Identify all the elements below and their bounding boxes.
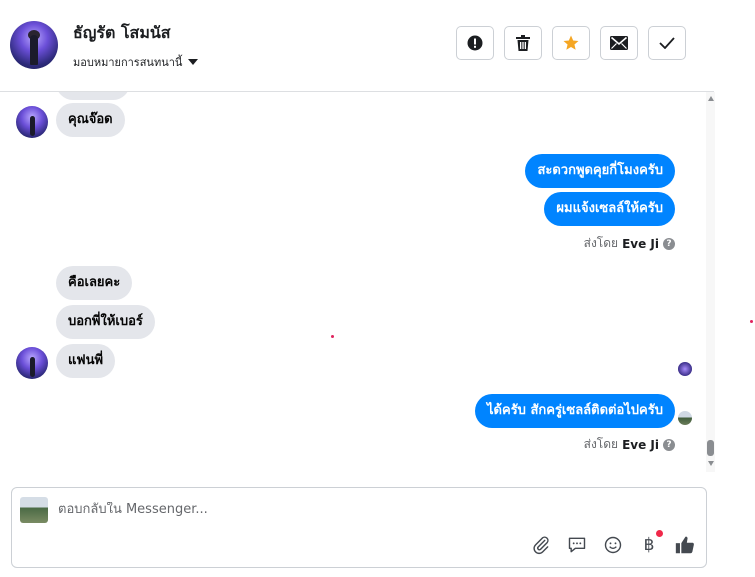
thumbs-up-icon: [675, 536, 694, 554]
scroll-down-arrow-icon[interactable]: [708, 461, 714, 466]
seen-by-avatar: [678, 411, 692, 425]
delete-button[interactable]: [504, 26, 542, 60]
caret-down-icon: [188, 59, 199, 65]
star-icon: [563, 35, 579, 50]
scrollbar-thumb[interactable]: [707, 440, 714, 456]
sent-by-label: ส่งโดย Eve Ji ?: [584, 234, 675, 253]
sent-by-label: ส่งโดย Eve Ji ?: [584, 435, 675, 454]
message-bubble-partial[interactable]: [56, 92, 130, 100]
assign-conversation-dropdown[interactable]: มอบหมายการสนทนานี้: [73, 53, 199, 71]
page-avatar: [20, 497, 48, 523]
contact-name[interactable]: ธัญรัต โสมนัส: [73, 21, 171, 46]
notification-dot: [656, 530, 663, 537]
incoming-message[interactable]: แฟนพี่: [56, 344, 116, 378]
emoji-button[interactable]: [602, 534, 624, 556]
emoji-icon: [604, 536, 622, 554]
star-button[interactable]: [552, 26, 590, 60]
sent-by-prefix: ส่งโดย: [583, 236, 619, 250]
outgoing-message[interactable]: สะดวกพูดคุยกี่โมงครับ: [525, 154, 675, 188]
sent-by-agent: Eve Ji: [622, 236, 659, 251]
contact-avatar[interactable]: [10, 21, 58, 69]
help-icon[interactable]: ?: [663, 438, 675, 451]
scrollbar-track[interactable]: [706, 92, 715, 472]
mark-done-button[interactable]: [648, 26, 686, 60]
saved-replies-button[interactable]: [566, 534, 588, 556]
outgoing-message[interactable]: ได้ครับ สักครู่เซลล์ติดต่อไปครับ: [475, 394, 675, 428]
report-icon: [467, 35, 483, 51]
payment-button[interactable]: ฿: [638, 534, 660, 556]
attach-button[interactable]: [530, 534, 552, 556]
read-receipt-avatar: [678, 362, 692, 376]
contact-avatar-small[interactable]: [16, 106, 48, 138]
outgoing-message[interactable]: ผมแจ้งเซลล์ให้ครับ: [544, 192, 675, 226]
paperclip-icon: [533, 536, 549, 555]
help-icon[interactable]: ?: [663, 237, 675, 250]
red-dot-marker: [750, 320, 753, 323]
envelope-icon: [610, 36, 628, 50]
contact-avatar-small[interactable]: [16, 347, 48, 379]
sent-by-prefix: ส่งโดย: [583, 437, 619, 451]
incoming-message[interactable]: คือเลยคะ: [56, 266, 133, 300]
red-dot-marker: [331, 335, 334, 338]
message-thread[interactable]: คุณจ๊อด สะดวกพูดคุยกี่โมงครับ ผมแจ้งเซลล…: [0, 92, 705, 472]
mark-unread-button[interactable]: [600, 26, 638, 60]
assign-conversation-label: มอบหมายการสนทนานี้: [73, 56, 183, 69]
baht-icon: ฿: [643, 535, 655, 555]
trash-icon: [516, 35, 530, 51]
incoming-message[interactable]: คุณจ๊อด: [56, 103, 125, 137]
incoming-message[interactable]: บอกพี่ให้เบอร์: [56, 305, 155, 339]
reply-composer: ฿: [11, 487, 707, 568]
like-button[interactable]: [674, 534, 696, 556]
check-icon: [659, 37, 675, 49]
chat-bubble-icon: [568, 537, 586, 553]
reply-input[interactable]: [58, 502, 558, 517]
sent-by-agent: Eve Ji: [622, 437, 659, 452]
report-button[interactable]: [456, 26, 494, 60]
conversation-header: ธัญรัต โสมนัส มอบหมายการสนทนานี้: [0, 0, 714, 92]
scroll-up-arrow-icon[interactable]: [708, 96, 714, 101]
